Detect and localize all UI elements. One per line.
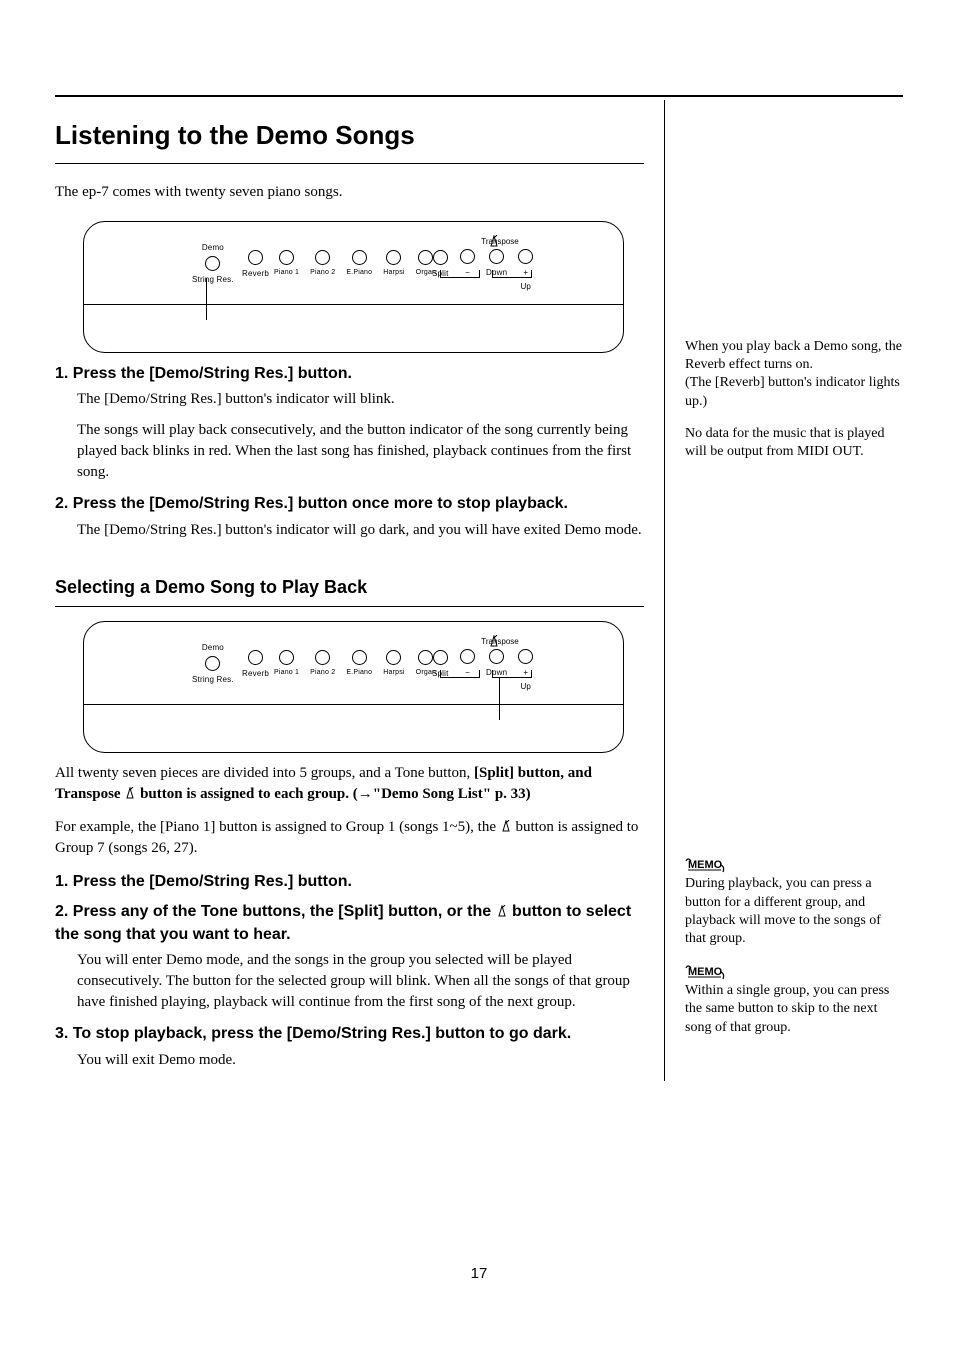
svg-text:MEMO: MEMO <box>688 966 723 978</box>
panel-divider <box>84 304 623 305</box>
p2-metronome-icon <box>488 635 500 647</box>
bracket-2 <box>492 270 532 278</box>
label-stringres: String Res. <box>192 274 234 285</box>
button-split <box>433 250 448 265</box>
metronome-icon-inline-1 <box>124 787 136 799</box>
button-harpsi <box>386 250 401 265</box>
page-number: 17 <box>55 1265 903 1282</box>
step-1-line1: The [Demo/String Res.] button's indicato… <box>55 389 644 410</box>
button-demo <box>205 256 220 271</box>
section-2-rule <box>55 606 644 607</box>
s2-step3-body: You will exit Demo mode. <box>55 1050 644 1071</box>
p2-button-split <box>433 650 448 665</box>
step-1-line2: The songs will play back consecutively, … <box>55 420 644 483</box>
metronome-icon-inline-3 <box>496 905 508 917</box>
intro-text: The ep-7 comes with twenty seven piano s… <box>55 182 644 203</box>
sidebar-memo-2: MEMO Within a single group, you can pres… <box>685 962 903 1037</box>
section2-para2: For example, the [Piano 1] button is ass… <box>55 817 644 859</box>
s2-p2-a: For example, the [Piano 1] button is ass… <box>55 819 500 835</box>
p2-button-piano1 <box>279 650 294 665</box>
metronome-icon <box>488 235 500 247</box>
button-plus <box>518 249 533 264</box>
p2-label-epiano: E.Piano <box>346 668 372 678</box>
button-metronome <box>489 249 504 264</box>
p2-button-piano2 <box>315 650 330 665</box>
p2-label-harpsi: Harpsi <box>383 668 404 678</box>
p2-label-transpose: Transpose <box>460 636 540 647</box>
label-piano1: Piano 1 <box>274 268 299 278</box>
sidebar-memo-2-text: Within a single group, you can press the… <box>685 982 903 1037</box>
step-2-body: The [Demo/String Res.] button's indicato… <box>55 520 644 541</box>
label-epiano: E.Piano <box>346 268 372 278</box>
label-piano2: Piano 2 <box>310 268 335 278</box>
p2-button-reverb <box>248 650 263 665</box>
sidebar-memo-1: MEMO During playback, you can press a bu… <box>685 855 903 948</box>
panel-figure-2: Demo String Res. Reverb Piano 1 Piano 2 … <box>83 621 624 753</box>
button-epiano <box>352 250 367 265</box>
section2-intro: All twenty seven pieces are divided into… <box>55 763 644 805</box>
label-up: Up <box>520 281 531 292</box>
p2-button-plus <box>518 649 533 664</box>
label-transpose: Transpose <box>460 236 540 247</box>
p2-button-minus <box>460 649 475 664</box>
sidebar: When you play back a Demo song, the Reve… <box>664 100 903 1081</box>
callout-line-2 <box>499 678 500 720</box>
sidebar-memo-1-text: During playback, you can press a button … <box>685 875 903 948</box>
step-2-heading: 2. Press the [Demo/String Res.] button o… <box>55 493 644 515</box>
p2-bracket-2 <box>492 670 532 678</box>
p2-label-up: Up <box>520 681 531 692</box>
sidebar-note-2: No data for the music that is played wil… <box>685 425 903 461</box>
sidebar-note-1a: When you play back a Demo song, the Reve… <box>685 338 903 374</box>
s2-step3: 3. To stop playback, press the [Demo/Str… <box>55 1023 644 1045</box>
button-piano1 <box>279 250 294 265</box>
step-1-heading: 1. Press the [Demo/String Res.] button. <box>55 363 644 385</box>
label-reverb: Reverb <box>242 268 269 279</box>
metronome-icon-inline-2 <box>500 820 512 832</box>
page-title: Listening to the Demo Songs <box>55 100 644 163</box>
panel2-divider <box>84 704 623 705</box>
label-demo: Demo <box>202 242 224 253</box>
sidebar-note-1b: (The [Reverb] button's indicator lights … <box>685 374 903 410</box>
bracket-1 <box>440 270 480 278</box>
button-piano2 <box>315 250 330 265</box>
s2-step2-body: You will enter Demo mode, and the songs … <box>55 950 644 1013</box>
p2-button-epiano <box>352 650 367 665</box>
memo-icon-1: MEMO <box>685 855 729 874</box>
callout-line-1 <box>206 278 207 320</box>
s2-step1: 1. Press the [Demo/String Res.] button. <box>55 871 644 893</box>
s2-intro-c: button is assigned to each group. (→"Dem… <box>140 786 531 802</box>
p2-label-piano2: Piano 2 <box>310 668 335 678</box>
p2-label-stringres: String Res. <box>192 674 234 685</box>
section-2-heading: Selecting a Demo Song to Play Back <box>55 551 644 606</box>
p2-label-reverb: Reverb <box>242 668 269 679</box>
p2-bracket-1 <box>440 670 480 678</box>
sidebar-note-1: When you play back a Demo song, the Reve… <box>685 338 903 411</box>
p2-button-demo <box>205 656 220 671</box>
s2-step2-a: 2. Press any of the Tone buttons, the [S… <box>55 903 496 920</box>
s2-intro-a: All twenty seven pieces are divided into… <box>55 765 474 781</box>
svg-text:MEMO: MEMO <box>688 859 723 871</box>
panel-figure-1: Demo String Res. Reverb Piano 1 <box>83 221 624 353</box>
label-harpsi: Harpsi <box>383 268 404 278</box>
page-top-rule <box>55 95 903 97</box>
p2-button-harpsi <box>386 650 401 665</box>
button-reverb <box>248 250 263 265</box>
button-minus <box>460 249 475 264</box>
memo-icon-2: MEMO <box>685 962 729 981</box>
p2-button-metronome <box>489 649 504 664</box>
p2-label-demo: Demo <box>202 642 224 653</box>
p2-label-piano1: Piano 1 <box>274 668 299 678</box>
s2-step2: 2. Press any of the Tone buttons, the [S… <box>55 901 644 946</box>
